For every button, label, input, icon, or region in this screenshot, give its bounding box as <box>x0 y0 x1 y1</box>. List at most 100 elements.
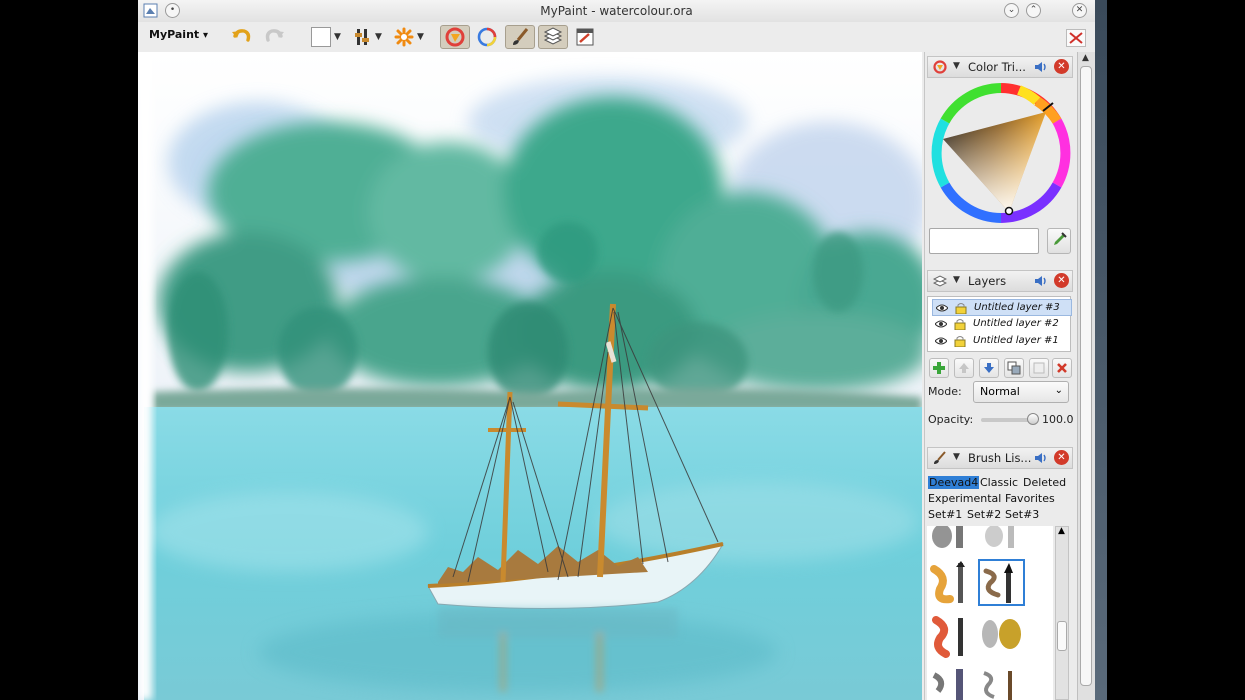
speaker-icon[interactable] <box>1033 60 1048 74</box>
maximize-icon[interactable]: ⌃ <box>1026 3 1041 18</box>
brush-thumbnail[interactable] <box>928 665 975 700</box>
chevron-down-icon: ▼ <box>375 32 382 42</box>
brush-group-tab[interactable]: Set#1 <box>928 508 962 521</box>
color-triangle-picker[interactable] <box>929 81 1073 226</box>
color-panel-header[interactable]: ▼ Color Tri... ✕ <box>927 56 1073 78</box>
opacity-slider[interactable] <box>981 413 1039 425</box>
blend-mode-select[interactable]: Normal ⌄ <box>973 381 1069 403</box>
lock-icon[interactable] <box>954 319 966 330</box>
drawing-canvas[interactable] <box>138 52 922 700</box>
layers-panel-header[interactable]: ▼ Layers ✕ <box>927 270 1073 292</box>
undo-icon <box>232 29 251 42</box>
lock-icon[interactable] <box>955 303 967 314</box>
color-wheel-icon <box>933 60 947 74</box>
chevron-down-icon: ▼ <box>417 32 424 42</box>
color-triangle-toggle[interactable] <box>440 25 470 49</box>
layer-actions <box>929 358 1073 378</box>
redo-icon <box>265 29 284 42</box>
opacity-label: Opacity: <box>928 413 974 426</box>
color-ring-toggle[interactable] <box>474 25 500 49</box>
color-swatch-button[interactable]: ▼ <box>308 25 344 49</box>
brush-thumbnail[interactable] <box>978 526 1025 553</box>
brush-settings-icon <box>355 29 370 45</box>
fullscreen-button[interactable] <box>1066 29 1086 47</box>
layers-toggle[interactable] <box>538 25 568 49</box>
merge-layer-button[interactable] <box>1029 358 1049 378</box>
close-icon[interactable]: ✕ <box>1054 273 1069 288</box>
brush-group-tab[interactable]: Classic <box>980 476 1018 489</box>
scrollbar-thumb[interactable] <box>1080 66 1092 686</box>
mypaint-menu-button[interactable]: MyPaint ▾ <box>149 28 208 41</box>
scrollbar-thumb[interactable] <box>1057 621 1067 651</box>
layer-name: Untitled layer #2 <box>973 318 1059 329</box>
chevron-down-icon[interactable]: ▼ <box>953 275 960 285</box>
brush-thumbnail-selected[interactable] <box>978 559 1025 606</box>
layer-name: Untitled layer #1 <box>973 335 1059 346</box>
eye-icon[interactable] <box>935 319 947 329</box>
duplicate-icon <box>1007 361 1021 375</box>
layer-name: Untitled layer #3 <box>974 302 1060 313</box>
main-toolbar: MyPaint ▾ ▼ ▼ ▼ <box>138 22 1095 52</box>
close-window-icon[interactable]: ✕ <box>1072 3 1087 18</box>
brush-group-tab[interactable]: Favorites <box>1005 492 1055 505</box>
arrow-up-icon <box>959 363 969 373</box>
layer-row[interactable]: Untitled layer #3 <box>932 299 1072 316</box>
brush-thumbnail[interactable] <box>978 665 1025 700</box>
brush-group-tab[interactable]: Set#2 <box>967 508 1001 521</box>
right-dock: ▼ Color Tri... ✕ ▼ Layers ✕ Untitled lay… <box>924 52 1077 700</box>
brush-list-toggle[interactable] <box>505 25 535 49</box>
scratchpad-toggle[interactable] <box>572 25 598 49</box>
undo-button[interactable] <box>230 25 254 49</box>
brush-list-scrollbar[interactable]: ▲ <box>1055 526 1069 700</box>
opacity-value: 100.0 <box>1042 413 1074 426</box>
chevron-down-icon[interactable]: ▼ <box>953 61 960 71</box>
redo-button[interactable] <box>262 25 286 49</box>
color-picker-button[interactable] <box>1047 228 1071 254</box>
brush-group-tab[interactable]: Set#3 <box>1005 508 1039 521</box>
layer-row[interactable]: Untitled layer #1 <box>932 333 1072 350</box>
brush-thumbnail[interactable] <box>928 526 975 553</box>
duplicate-layer-button[interactable] <box>1004 358 1024 378</box>
brush-icon <box>513 28 529 45</box>
color-ring-icon <box>477 27 497 47</box>
raise-layer-button[interactable] <box>954 358 974 378</box>
opacity-slider-handle[interactable] <box>1027 413 1039 425</box>
brush-thumbnail[interactable] <box>928 612 975 659</box>
chevron-down-icon: ▼ <box>334 32 341 42</box>
brush-modifier-button[interactable]: ▼ <box>350 25 386 49</box>
chevron-up-icon[interactable]: ▲ <box>1082 53 1089 63</box>
speaker-icon[interactable] <box>1033 274 1048 288</box>
dock-scrollbar[interactable]: ▲ <box>1077 52 1095 700</box>
color-panel-title: Color Tri... <box>968 60 1026 74</box>
brush-thumbnail[interactable] <box>978 612 1025 659</box>
merge-icon <box>1033 362 1045 374</box>
arrow-down-icon <box>984 363 994 373</box>
minimize-icon[interactable]: ⌄ <box>1004 3 1019 18</box>
add-layer-button[interactable] <box>929 358 949 378</box>
lock-icon[interactable] <box>954 336 966 347</box>
brush-group-tab[interactable]: Deleted <box>1023 476 1066 489</box>
brush-thumbnail[interactable] <box>928 559 975 606</box>
symmetry-button[interactable]: ▼ <box>391 25 427 49</box>
layers-panel-title: Layers <box>968 274 1007 288</box>
color-hex-input[interactable] <box>929 228 1039 254</box>
brush-group-tab[interactable]: Deevad4 <box>928 476 980 489</box>
eye-icon[interactable] <box>936 303 948 313</box>
chevron-down-icon[interactable]: ▼ <box>953 452 960 462</box>
eye-icon[interactable] <box>935 336 947 346</box>
current-color-swatch <box>311 27 332 47</box>
delete-layer-button[interactable] <box>1052 358 1072 378</box>
mode-label: Mode: <box>928 385 962 398</box>
lower-layer-button[interactable] <box>979 358 999 378</box>
speaker-icon[interactable] <box>1033 451 1048 465</box>
brush-group-tab[interactable]: Experimental <box>928 492 1001 505</box>
delete-icon <box>1057 363 1067 373</box>
color-wheel-icon <box>445 27 465 47</box>
close-icon[interactable]: ✕ <box>1054 59 1069 74</box>
brush-panel-header[interactable]: ▼ Brush Lis... ✕ <box>927 447 1073 469</box>
layer-row[interactable]: Untitled layer #2 <box>932 316 1072 333</box>
chevron-up-icon[interactable]: ▲ <box>1058 526 1065 536</box>
layers-icon <box>933 275 947 287</box>
close-icon[interactable]: ✕ <box>1054 450 1069 465</box>
layers-list: Untitled layer #3 Untitled layer #2 Unti… <box>927 296 1072 352</box>
